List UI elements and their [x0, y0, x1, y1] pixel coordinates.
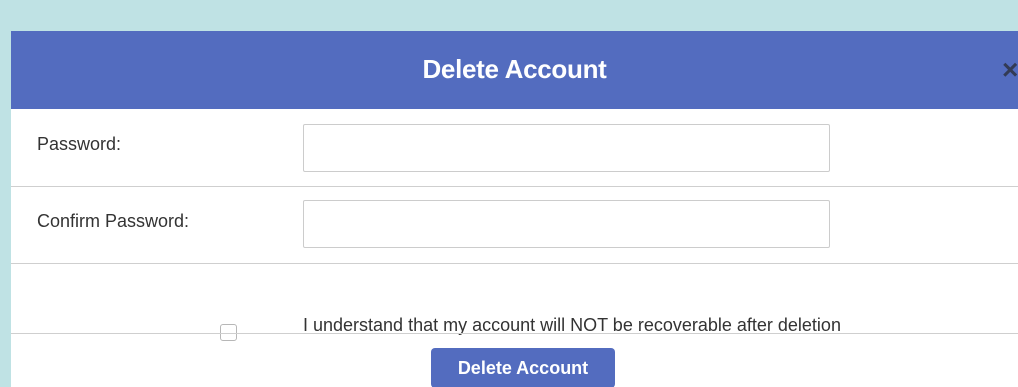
close-icon[interactable]: × [1002, 55, 1018, 85]
delete-account-button[interactable]: Delete Account [431, 348, 615, 387]
confirm-password-input[interactable] [303, 200, 830, 248]
row-divider [11, 186, 1018, 187]
row-divider [11, 263, 1018, 264]
password-row: Password: [11, 109, 1018, 186]
acknowledge-row: I understand that my account will NOT be… [11, 263, 1018, 341]
password-label: Password: [37, 134, 122, 154]
confirm-password-row: Confirm Password: [11, 186, 1018, 263]
row-divider [11, 333, 1018, 334]
password-input[interactable] [303, 124, 830, 172]
actions-row: Delete Account [11, 333, 1018, 387]
modal-title: Delete Account [422, 54, 607, 84]
delete-account-modal: Delete Account × Password: Confirm Passw… [11, 31, 1018, 387]
modal-header: Delete Account × [11, 31, 1018, 109]
confirm-password-label: Confirm Password: [37, 211, 190, 231]
